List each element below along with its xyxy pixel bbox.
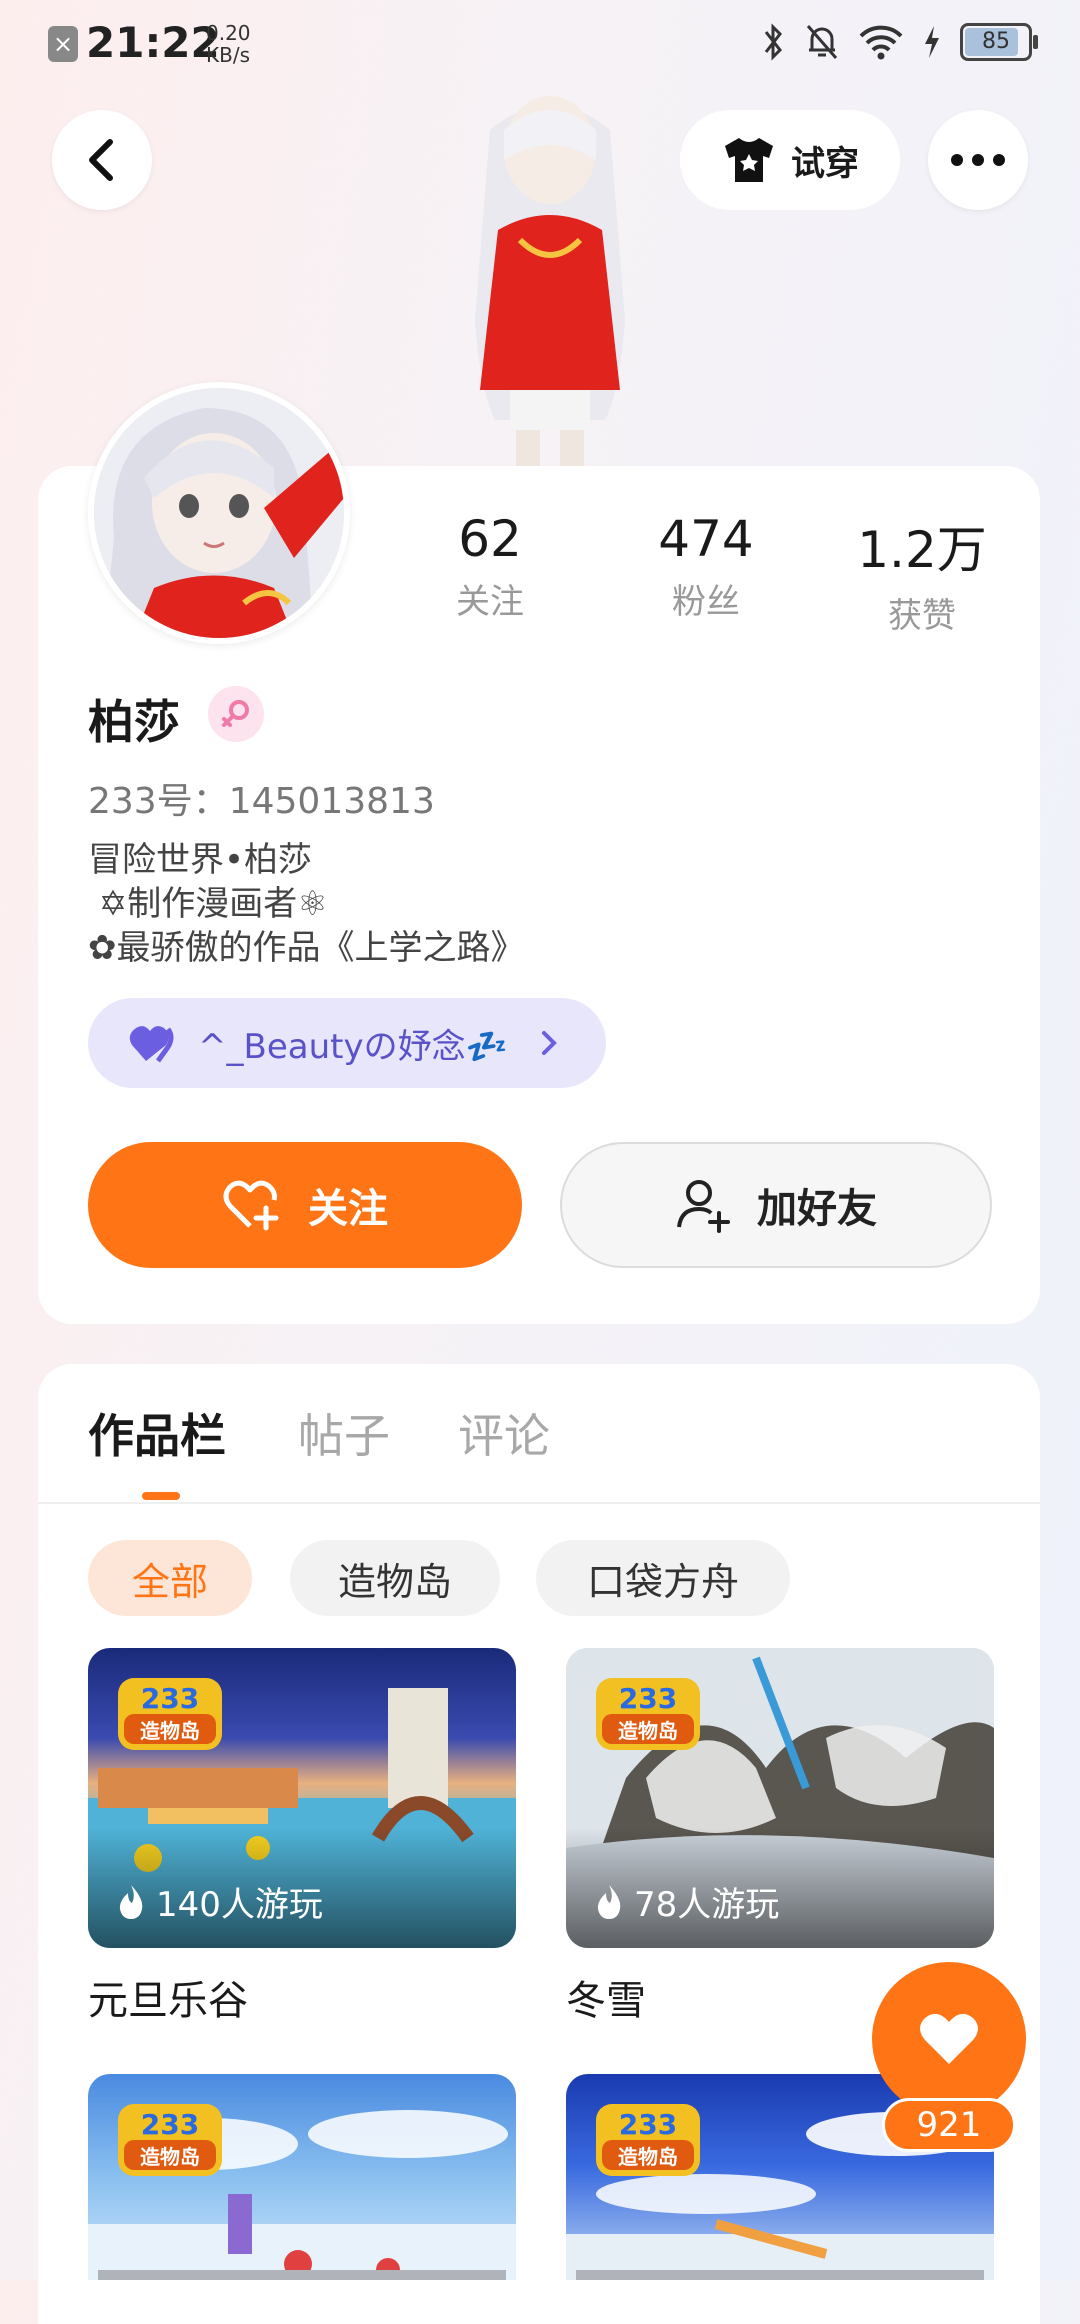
svg-text:造物岛: 造物岛: [618, 2145, 678, 2169]
game-title[interactable]: 冬雪: [566, 1968, 646, 2026]
svg-text:233: 233: [619, 2108, 677, 2141]
svg-text:233: 233: [141, 1682, 199, 1715]
svg-text:造物岛: 造物岛: [140, 1719, 200, 1743]
follow-label: 关注: [308, 1186, 388, 1232]
back-button[interactable]: [52, 110, 152, 210]
play-count: 78人游玩: [594, 1877, 779, 1926]
user-bio: 冒险世界•柏莎 ✡制作漫画者⚛ ✿最骄傲的作品《上学之路》: [88, 838, 525, 970]
tab-posts[interactable]: 帖子: [298, 1400, 390, 1466]
game-card[interactable]: 233 造物岛 78人游玩: [566, 1648, 994, 1948]
stat-fans[interactable]: 474 粉丝: [606, 510, 806, 623]
chevron-left-icon: [89, 139, 113, 181]
more-dots-icon: [951, 154, 1005, 166]
wifi-icon: [859, 25, 903, 60]
game-title[interactable]: 元旦乐谷: [88, 1968, 248, 2026]
character-figure: [420, 90, 680, 466]
status-bar: × 21:22 0.20 KB/s 85: [0, 0, 1080, 90]
battery-level: 85: [982, 29, 1010, 54]
stat-likes-label: 获赞: [888, 596, 956, 636]
tshirt-icon: [725, 138, 773, 182]
svg-text:造物岛: 造物岛: [140, 2145, 200, 2169]
status-time: 21:22: [86, 18, 220, 67]
status-icons: 85: [762, 22, 1038, 62]
try-on-button[interactable]: 试穿: [680, 110, 900, 210]
flame-icon: [597, 1884, 621, 1919]
follow-button[interactable]: 关注: [88, 1142, 522, 1268]
tab-works[interactable]: 作品栏: [88, 1400, 226, 1466]
233-badge-icon: 233 造物岛: [596, 1678, 700, 1750]
filter-all[interactable]: 全部: [88, 1540, 252, 1616]
female-gender-icon: [208, 686, 264, 742]
stat-fans-label: 粉丝: [672, 582, 740, 622]
tab-indicator: [142, 1492, 180, 1500]
svg-text:233: 233: [619, 1682, 677, 1715]
bio-line: 冒险世界•柏莎: [88, 840, 313, 880]
battery-icon: 85: [960, 23, 1038, 61]
try-on-label: 试穿: [791, 143, 859, 184]
game-card[interactable]: 233 造物岛: [88, 2074, 516, 2280]
network-rate-unit: KB/s: [206, 43, 250, 67]
like-button[interactable]: [872, 1962, 1026, 2116]
divider: [38, 1502, 1040, 1504]
bluetooth-icon: [764, 23, 782, 61]
bio-line: ✡制作漫画者⚛: [88, 884, 328, 924]
flame-icon: [119, 1884, 143, 1919]
more-button[interactable]: [928, 110, 1028, 210]
stat-following-label: 关注: [456, 582, 524, 622]
user-name: 柏莎: [88, 695, 180, 749]
bio-line: ✿最骄傲的作品《上学之路》: [88, 928, 525, 968]
tab-comments[interactable]: 评论: [458, 1400, 550, 1466]
avatar[interactable]: [88, 382, 350, 644]
filter-creation-island[interactable]: 造物岛: [290, 1540, 500, 1616]
233-badge-icon: 233 造物岛: [118, 1678, 222, 1750]
mute-bell-icon: [806, 25, 838, 59]
svg-text:造物岛: 造物岛: [618, 1719, 678, 1743]
svg-text:233: 233: [141, 2108, 199, 2141]
stat-likes-value: 1.2万: [857, 521, 987, 579]
heart-icon: [129, 1026, 174, 1063]
stat-fans-value: 474: [658, 510, 754, 568]
charging-icon: [925, 26, 939, 58]
heart-icon: [920, 2013, 978, 2064]
family-link[interactable]: ^_Beautyの妤念💤: [88, 998, 606, 1088]
233-badge-icon: 233 造物岛: [596, 2104, 700, 2176]
family-text: ^_Beautyの妤念💤: [198, 1026, 508, 1067]
user-id: 233号：145013813: [88, 781, 435, 822]
stat-following-value: 62: [458, 510, 522, 568]
add-friend-button[interactable]: 加好友: [560, 1142, 992, 1268]
chevron-right-icon: [541, 1031, 557, 1055]
play-count: 140人游玩: [116, 1877, 323, 1926]
233-badge-icon: 233 造物岛: [118, 2104, 222, 2176]
network-rate-value: 0.20: [206, 21, 251, 45]
play-count-text: 140人游玩: [156, 1885, 323, 1925]
filter-pocket-ark[interactable]: 口袋方舟: [536, 1540, 790, 1616]
stat-following[interactable]: 62 关注: [390, 510, 590, 623]
heart-plus-icon: [223, 1180, 279, 1231]
network-rate: 0.20 KB/s: [206, 22, 251, 66]
add-user-icon: [677, 1180, 730, 1233]
add-friend-label: 加好友: [757, 1186, 877, 1232]
game-card[interactable]: 233 造物岛 140人游玩: [88, 1648, 516, 1948]
notification-icon: ×: [48, 26, 78, 62]
stat-likes[interactable]: 1.2万 获赞: [822, 510, 1022, 637]
like-count: 921: [882, 2098, 1016, 2152]
play-count-text: 78人游玩: [634, 1885, 780, 1925]
